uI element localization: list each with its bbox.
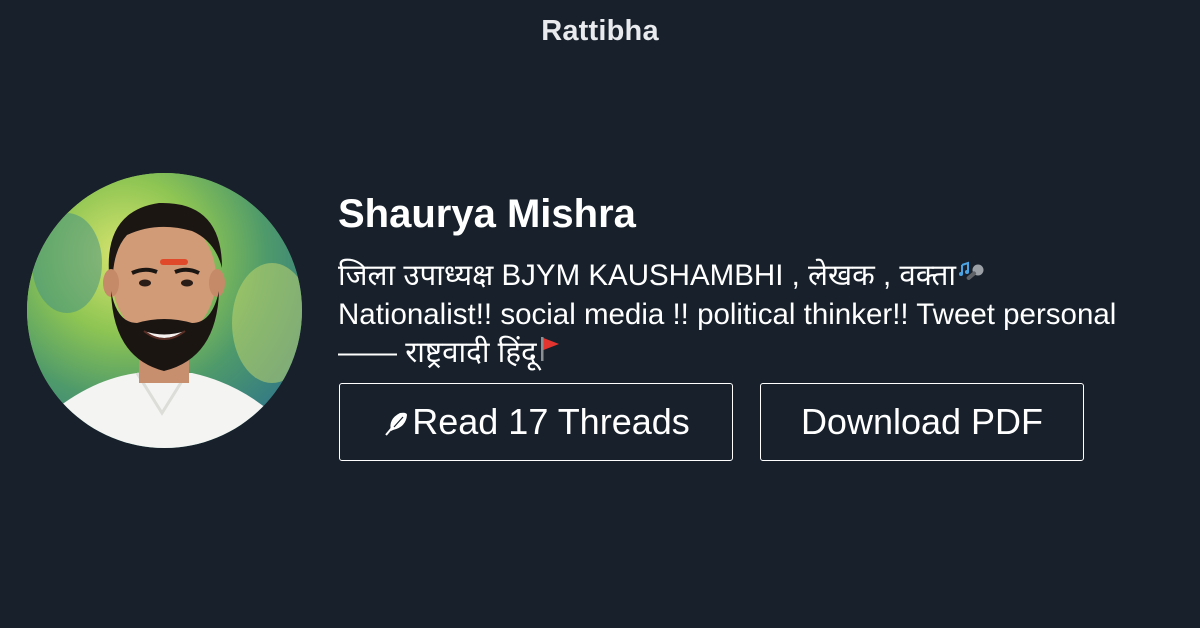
bio-line-1: जिला उपाध्यक्ष BJYM KAUSHAMBHI , लेखक , … xyxy=(338,257,1193,296)
bio-line-1-text: जिला उपाध्यक्ष BJYM KAUSHAMBHI , लेखक , … xyxy=(338,259,957,292)
read-threads-button[interactable]: Read 17 Threads xyxy=(339,383,733,461)
bio-line-3-text: —— राष्ट्रवादी हिंदू xyxy=(338,336,537,370)
avatar xyxy=(27,173,302,448)
site-brand: Rattibha xyxy=(541,15,659,47)
download-pdf-button[interactable]: Download PDF xyxy=(760,383,1084,461)
red-flag-icon xyxy=(539,335,561,373)
bio-line-2: Nationalist!! social media !! political … xyxy=(338,298,1117,332)
profile-bio: जिला उपाध्यक्ष BJYM KAUSHAMBHI , लेखक , … xyxy=(338,257,1193,373)
feather-icon xyxy=(382,404,410,446)
bio-line-3: —— राष्ट्रवादी हिंदू xyxy=(338,334,1193,373)
download-pdf-label: Download PDF xyxy=(800,401,1044,442)
profile-name: Shaurya Mishra xyxy=(338,192,636,236)
microphone-music-icon xyxy=(958,258,988,296)
profile-photo xyxy=(27,173,302,448)
read-threads-label: Read 17 Threads xyxy=(412,401,690,442)
